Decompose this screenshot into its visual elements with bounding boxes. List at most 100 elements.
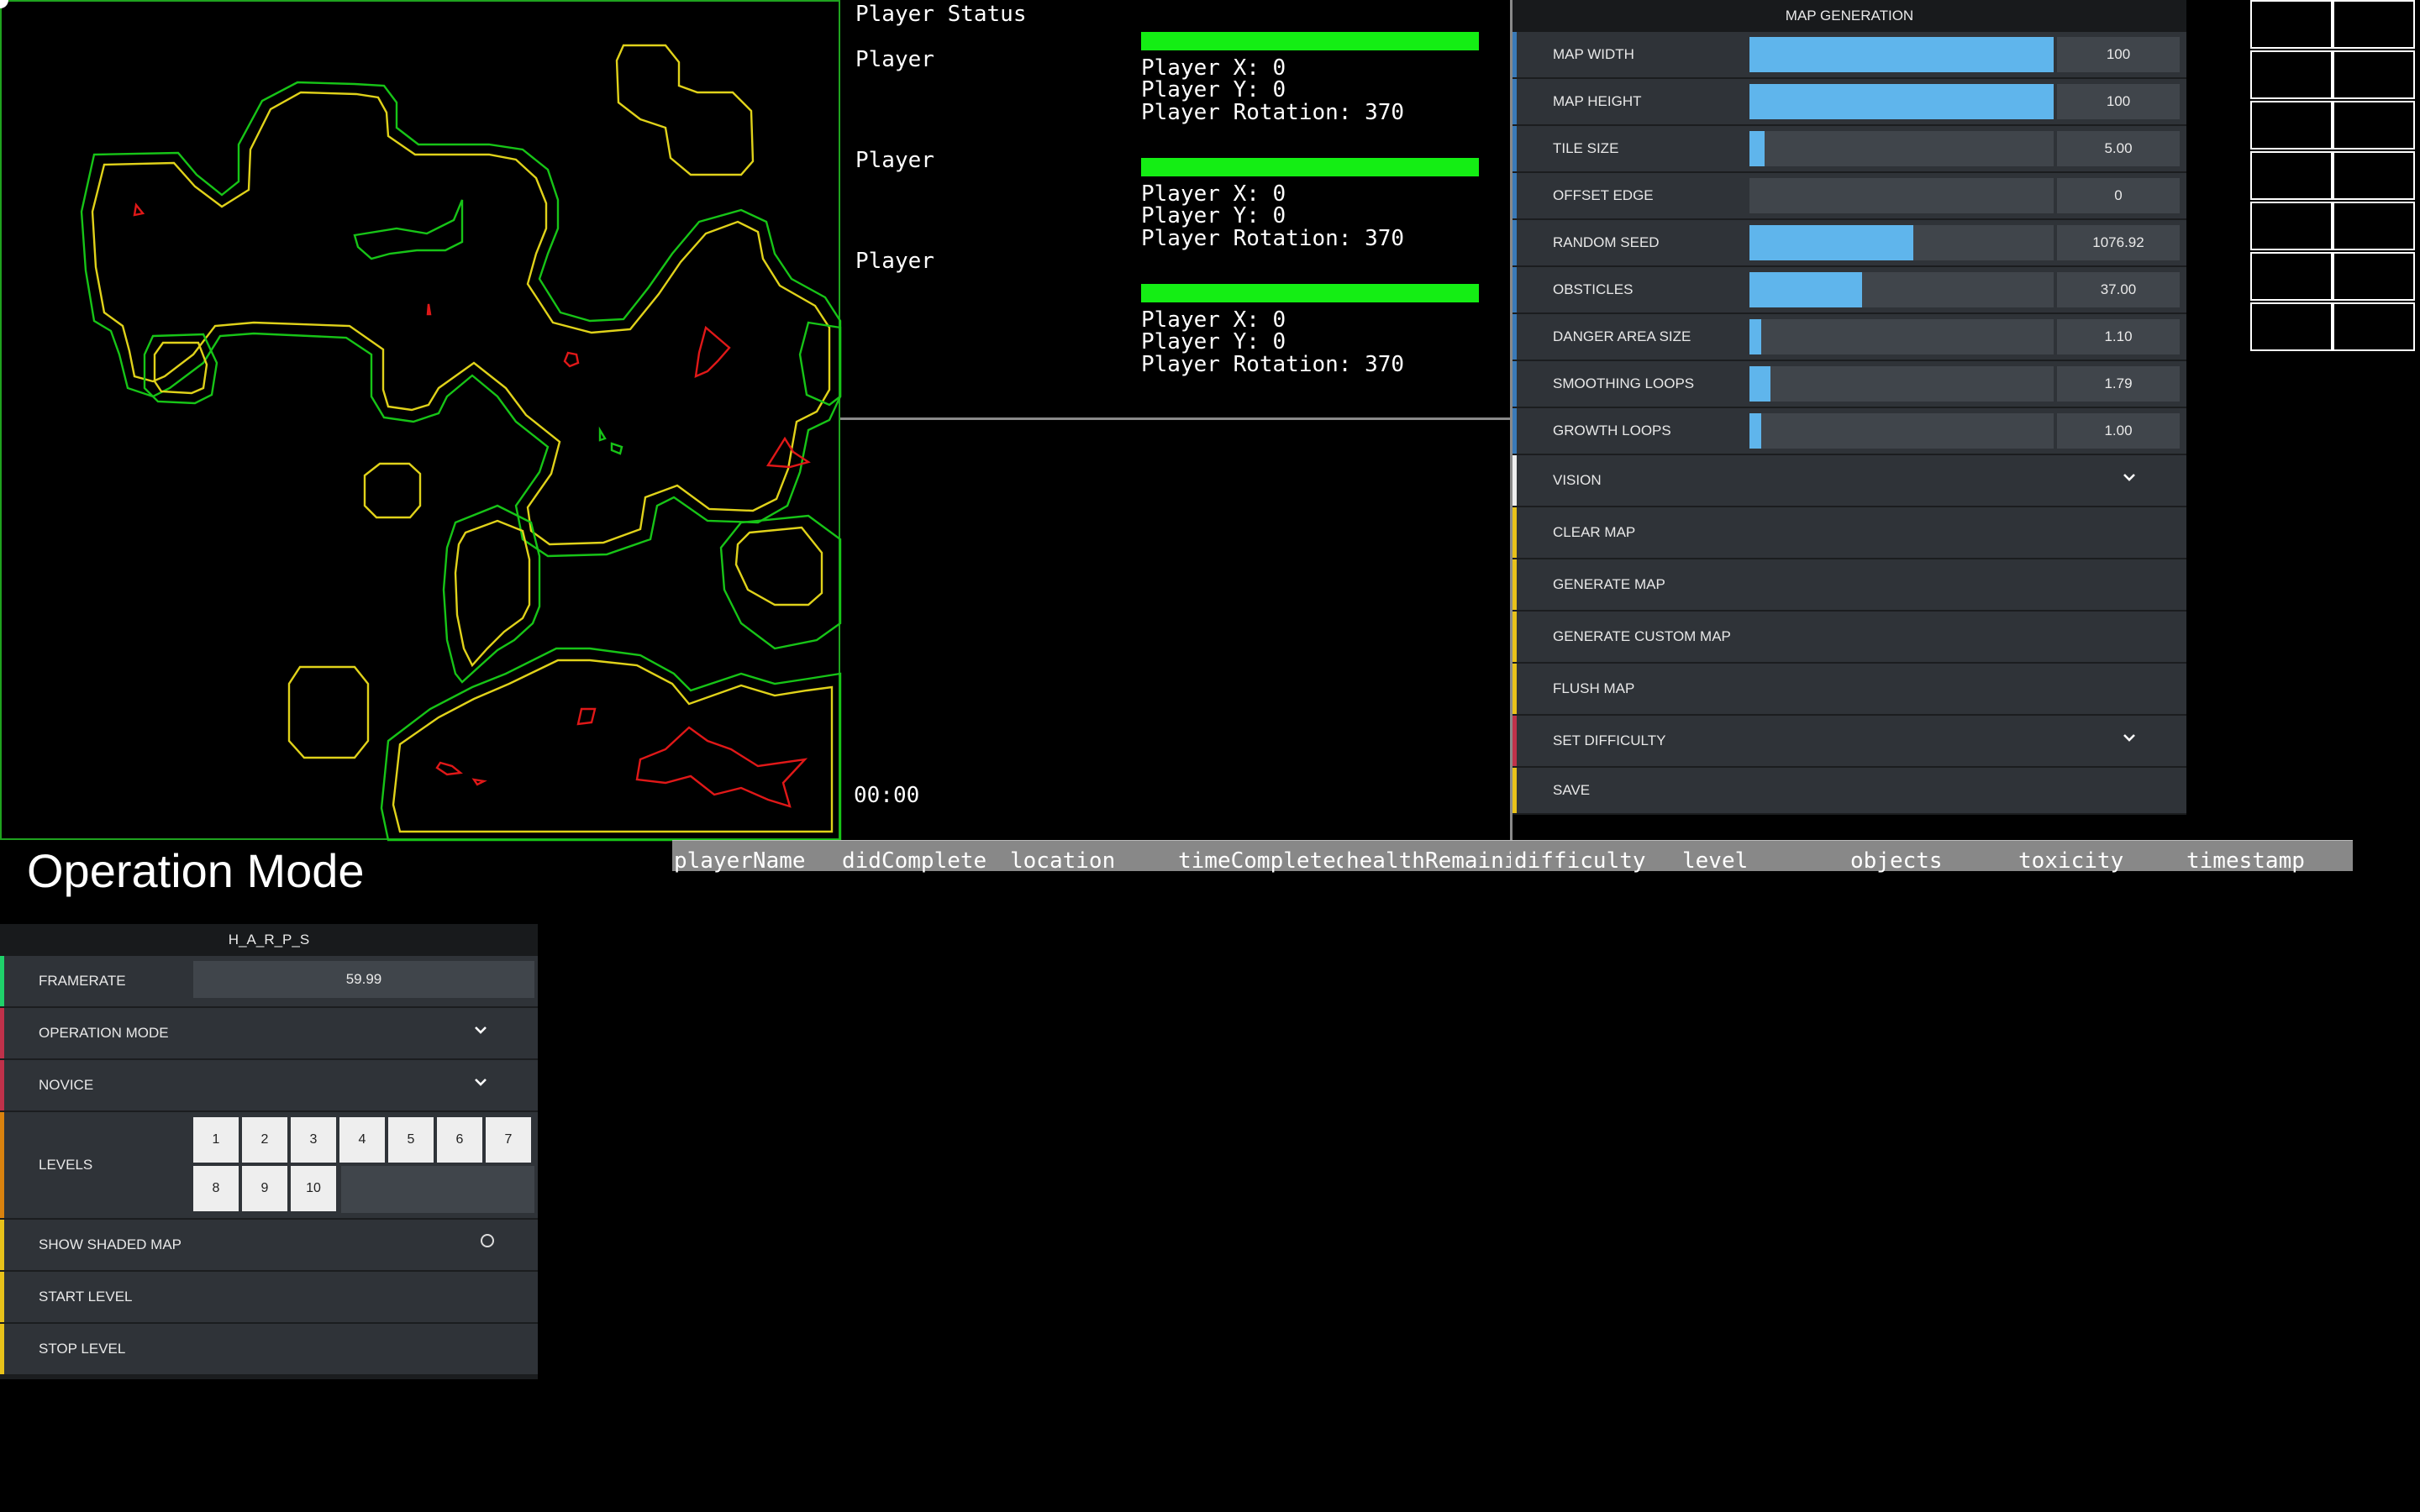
level-button[interactable]: 3 bbox=[291, 1117, 336, 1163]
harps-header: H_A_R_P_S bbox=[0, 924, 538, 956]
slider-track[interactable] bbox=[1749, 225, 2054, 260]
slider-row[interactable]: GROWTH LOOPS 1.00 bbox=[1512, 408, 2186, 455]
results-column-header[interactable]: toxicity bbox=[2018, 841, 2183, 881]
results-column-header[interactable]: healthRemaining bbox=[1346, 841, 1511, 881]
map-contour bbox=[80, 81, 842, 558]
map-contour bbox=[91, 91, 831, 546]
slider-value[interactable]: 1.00 bbox=[2057, 413, 2180, 449]
slider-row[interactable]: RANDOM SEED 1076.92 bbox=[1512, 220, 2186, 267]
slider-row[interactable]: OBSTICLES 37.00 bbox=[1512, 267, 2186, 314]
save-button[interactable]: SAVE bbox=[1512, 768, 2186, 815]
grid-cell bbox=[2333, 50, 2415, 99]
slider-value[interactable]: 100 bbox=[2057, 84, 2180, 119]
level-button[interactable]: 5 bbox=[388, 1117, 434, 1163]
slider-row[interactable]: SMOOTHING LOOPS 1.79 bbox=[1512, 361, 2186, 408]
slider-value[interactable]: 1.10 bbox=[2057, 319, 2180, 354]
grid-cell bbox=[2250, 101, 2333, 150]
clear-map-button[interactable]: CLEAR MAP bbox=[1512, 507, 2186, 559]
slider-track[interactable] bbox=[1749, 131, 2054, 166]
map-danger-area bbox=[576, 707, 597, 726]
vision-label: VISION bbox=[1553, 472, 1602, 488]
map-danger-area bbox=[426, 303, 432, 316]
grid-cell bbox=[2333, 151, 2415, 200]
radio-icon[interactable] bbox=[481, 1234, 494, 1247]
slider-label: MAP WIDTH bbox=[1553, 46, 1634, 62]
results-column-header[interactable]: difficulty bbox=[1514, 841, 1679, 881]
slider-label: SMOOTHING LOOPS bbox=[1553, 375, 1695, 391]
results-column-header[interactable]: didComplete bbox=[842, 841, 1007, 881]
set-difficulty-dropdown[interactable]: SET DIFFICULTY bbox=[1512, 716, 2186, 768]
operation-mode-dropdown[interactable]: OPERATION MODE bbox=[0, 1008, 538, 1060]
level-button[interactable]: 6 bbox=[437, 1117, 482, 1163]
slider-row[interactable]: TILE SIZE 5.00 bbox=[1512, 126, 2186, 173]
level-button[interactable]: 7 bbox=[486, 1117, 531, 1163]
start-level-button[interactable]: START LEVEL bbox=[0, 1272, 538, 1324]
map-contour bbox=[392, 659, 834, 833]
generate-map-button[interactable]: GENERATE MAP bbox=[1512, 559, 2186, 612]
results-column-header[interactable]: timestamp bbox=[2186, 841, 2351, 881]
map-danger-area bbox=[471, 778, 487, 786]
map-contour bbox=[363, 462, 422, 519]
level-button[interactable]: 4 bbox=[339, 1117, 385, 1163]
slider-row[interactable]: DANGER AREA SIZE 1.10 bbox=[1512, 314, 2186, 361]
chevron-down-icon bbox=[475, 1079, 487, 1086]
player-status-panel: Player Status Player Player X: 0 Player … bbox=[840, 0, 1512, 420]
slider-row[interactable]: MAP HEIGHT 100 bbox=[1512, 79, 2186, 126]
level-button[interactable]: 10 bbox=[291, 1166, 336, 1211]
results-column-header[interactable]: objects bbox=[1850, 841, 2015, 881]
stop-level-button[interactable]: STOP LEVEL bbox=[0, 1324, 538, 1376]
generate-custom-map-button[interactable]: GENERATE CUSTOM MAP bbox=[1512, 612, 2186, 664]
results-column-header[interactable]: playerName bbox=[674, 841, 839, 881]
grid-cell bbox=[2250, 151, 2333, 200]
slider-label: OFFSET EDGE bbox=[1553, 187, 1654, 203]
map-contour bbox=[153, 341, 208, 395]
map-canvas[interactable] bbox=[0, 0, 842, 842]
level-button[interactable]: 8 bbox=[193, 1166, 239, 1211]
map-contours bbox=[80, 44, 842, 842]
player-rotation: Player Rotation: 370 bbox=[1141, 100, 1405, 125]
slider-value[interactable]: 1076.92 bbox=[2057, 225, 2180, 260]
set-difficulty-label: SET DIFFICULTY bbox=[1553, 732, 1666, 748]
slider-track[interactable] bbox=[1749, 272, 2054, 307]
results-column-header[interactable]: timeCompleted bbox=[1178, 841, 1343, 881]
grid-cell bbox=[2250, 50, 2333, 99]
mini-grid bbox=[2250, 0, 2420, 353]
results-column-header[interactable]: location bbox=[1010, 841, 1175, 881]
chevron-down-icon bbox=[475, 1026, 487, 1034]
slider-value[interactable]: 100 bbox=[2057, 37, 2180, 72]
vision-dropdown[interactable]: VISION bbox=[1512, 455, 2186, 507]
level-button[interactable]: 9 bbox=[242, 1166, 287, 1211]
player-x: Player X: 0 bbox=[1141, 181, 1286, 207]
slider-row[interactable]: MAP WIDTH 100 bbox=[1512, 32, 2186, 79]
show-shaded-map-toggle[interactable]: SHOW SHADED MAP bbox=[0, 1220, 538, 1272]
results-table-header: playerName didComplete location timeComplet… bbox=[672, 840, 2353, 874]
map-generation-panel: MAP GENERATION MAP WIDTH 100 MAP HEIGHT 100… bbox=[1512, 0, 2186, 815]
map-contour bbox=[442, 504, 541, 684]
player-name: Player bbox=[855, 148, 934, 173]
generate-map-label: GENERATE MAP bbox=[1553, 576, 1665, 592]
level-button[interactable]: 2 bbox=[242, 1117, 287, 1163]
slider-fill bbox=[1749, 84, 2054, 119]
start-level-label: START LEVEL bbox=[39, 1289, 133, 1305]
level-button[interactable]: 1 bbox=[193, 1117, 239, 1163]
slider-track[interactable] bbox=[1749, 84, 2054, 119]
slider-value[interactable]: 5.00 bbox=[2057, 131, 2180, 166]
grid-cell bbox=[2250, 252, 2333, 301]
slider-row[interactable]: OFFSET EDGE 0 bbox=[1512, 173, 2186, 220]
results-column-header[interactable]: level bbox=[1682, 841, 1847, 881]
novice-dropdown[interactable]: NOVICE bbox=[0, 1060, 538, 1112]
slider-track[interactable] bbox=[1749, 319, 2054, 354]
slider-label: OBSTICLES bbox=[1553, 281, 1634, 297]
slider-track[interactable] bbox=[1749, 413, 2054, 449]
flush-map-button[interactable]: FLUSH MAP bbox=[1512, 664, 2186, 716]
harps-panel: H_A_R_P_S FRAMERATE 59.99 OPERATION MODE… bbox=[0, 924, 538, 1379]
slider-value[interactable]: 1.79 bbox=[2057, 366, 2180, 402]
slider-track[interactable] bbox=[1749, 37, 2054, 72]
health-bar bbox=[1141, 284, 1479, 302]
slider-track[interactable] bbox=[1749, 366, 2054, 402]
slider-value[interactable]: 37.00 bbox=[2057, 272, 2180, 307]
player-rotation: Player Rotation: 370 bbox=[1141, 226, 1405, 251]
slider-value[interactable]: 0 bbox=[2057, 178, 2180, 213]
slider-track[interactable] bbox=[1749, 178, 2054, 213]
show-shaded-map-label: SHOW SHADED MAP bbox=[39, 1236, 182, 1252]
